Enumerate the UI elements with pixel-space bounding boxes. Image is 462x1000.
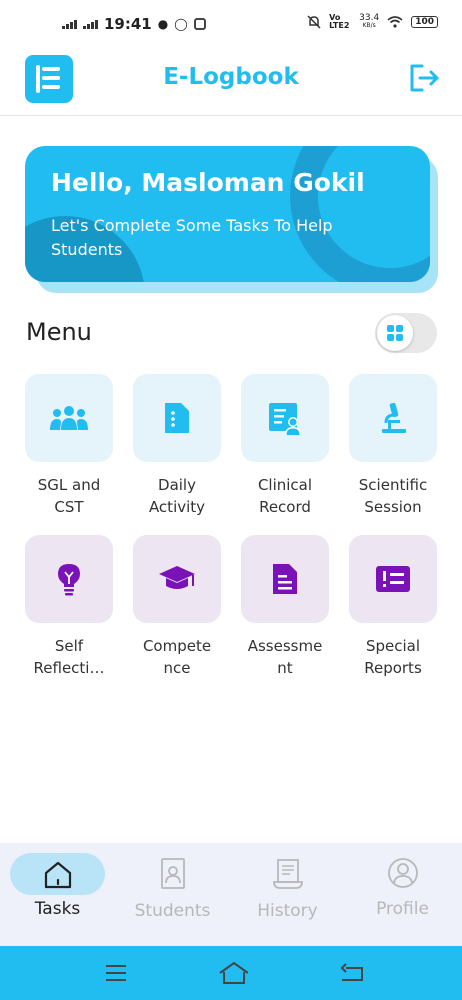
- graduation-cap-icon: [159, 566, 195, 589]
- tab-label: Profile: [376, 899, 429, 919]
- tab-label: Students: [134, 901, 211, 921]
- greeting-subtitle: Let's Complete Some Tasks To Help Studen…: [51, 216, 333, 259]
- menu-tile[interactable]: [349, 374, 437, 462]
- battery-indicator: 100: [411, 16, 438, 28]
- menu-title: Menu: [26, 318, 92, 346]
- menu-item-label: Compete nce: [142, 637, 212, 677]
- menu-item-label: Clinical Record: [257, 476, 313, 516]
- menu-tile[interactable]: [25, 535, 113, 623]
- menu-item-label: SGL and CST: [37, 476, 101, 516]
- mute-bell-icon: [307, 15, 321, 29]
- menu-item-assessment[interactable]: Assessme nt: [240, 535, 330, 679]
- home-icon: [44, 861, 72, 889]
- menu-item-competence[interactable]: Compete nce: [132, 535, 222, 679]
- menu-item-label: Self Reflecti…: [33, 637, 105, 677]
- status-bar: 19:41 ● ◯ Vo LTE2 33.4 KB/s 100: [0, 0, 462, 48]
- tab-history[interactable]: History: [230, 843, 345, 946]
- view-toggle[interactable]: [375, 313, 437, 353]
- menu-item-label: Daily Activity: [148, 476, 206, 516]
- tab-label: History: [257, 901, 318, 921]
- menu-icon[interactable]: [102, 960, 130, 986]
- menu-tile[interactable]: [241, 535, 329, 623]
- document-icon: [165, 403, 189, 433]
- tab-tasks[interactable]: Tasks: [0, 843, 115, 946]
- grid-view-icon: [387, 325, 403, 341]
- microscope-icon: [382, 402, 406, 433]
- menu-item-label: Special Reports: [364, 637, 422, 677]
- clinical-record-icon: [269, 403, 301, 435]
- menu-tile[interactable]: [133, 535, 221, 623]
- bottom-navigation: Tasks Students History Profile: [0, 843, 462, 946]
- group-icon: [50, 406, 88, 430]
- back-icon[interactable]: [338, 960, 366, 986]
- report-icon: [376, 566, 410, 592]
- net-speed: 33.4 KB/s: [359, 14, 379, 30]
- toggle-knob: [377, 315, 413, 351]
- lte-label: Vo LTE2: [329, 13, 350, 30]
- logout-icon[interactable]: [408, 62, 440, 94]
- menu-item-label: Assessme nt: [247, 637, 323, 677]
- app-title: E-Logbook: [163, 64, 299, 90]
- menu-item-daily-activity[interactable]: Daily Activity: [132, 374, 222, 518]
- menu-item-sgl-cst[interactable]: SGL and CST: [24, 374, 114, 518]
- status-left: 19:41 ● ◯: [62, 15, 206, 33]
- app-header: E-Logbook: [0, 48, 462, 116]
- net-speed-value: 33.4: [359, 13, 380, 23]
- signal-icon: [62, 19, 77, 29]
- home-button-icon[interactable]: [216, 960, 248, 986]
- status-time: 19:41: [104, 15, 152, 33]
- whatsapp-icon: ◯: [174, 17, 188, 31]
- net-speed-unit: KB/s: [362, 22, 376, 29]
- student-badge-icon: [161, 858, 185, 889]
- tab-students[interactable]: Students: [115, 843, 230, 946]
- history-scroll-icon: [273, 859, 303, 889]
- chat-icon: ●: [157, 17, 169, 31]
- assessment-icon: [273, 564, 297, 594]
- tab-label: Tasks: [34, 899, 81, 919]
- menu-item-self-reflection[interactable]: Self Reflecti…: [24, 535, 114, 679]
- menu-item-label: Scientific Session: [358, 476, 428, 516]
- instagram-icon: [193, 18, 206, 30]
- menu-item-clinical-record[interactable]: Clinical Record: [240, 374, 330, 518]
- wifi-icon: [387, 16, 403, 28]
- tab-profile[interactable]: Profile: [345, 843, 460, 946]
- menu-tile[interactable]: [349, 535, 437, 623]
- greeting-text: Hello, Masloman Gokil: [51, 168, 365, 197]
- status-right: Vo LTE2 33.4 KB/s 100: [307, 14, 438, 30]
- menu-tile[interactable]: [241, 374, 329, 462]
- lightbulb-icon: [58, 564, 80, 596]
- menu-tile[interactable]: [133, 374, 221, 462]
- menu-item-scientific-session[interactable]: Scientific Session: [348, 374, 438, 518]
- greeting-banner: Hello, Masloman Gokil Let's Complete Som…: [25, 146, 430, 282]
- menu-tile[interactable]: [25, 374, 113, 462]
- profile-icon: [388, 858, 418, 888]
- signal-icon: [83, 19, 98, 29]
- menu-item-special-reports[interactable]: Special Reports: [348, 535, 438, 679]
- system-navigation-bar: [0, 946, 462, 1000]
